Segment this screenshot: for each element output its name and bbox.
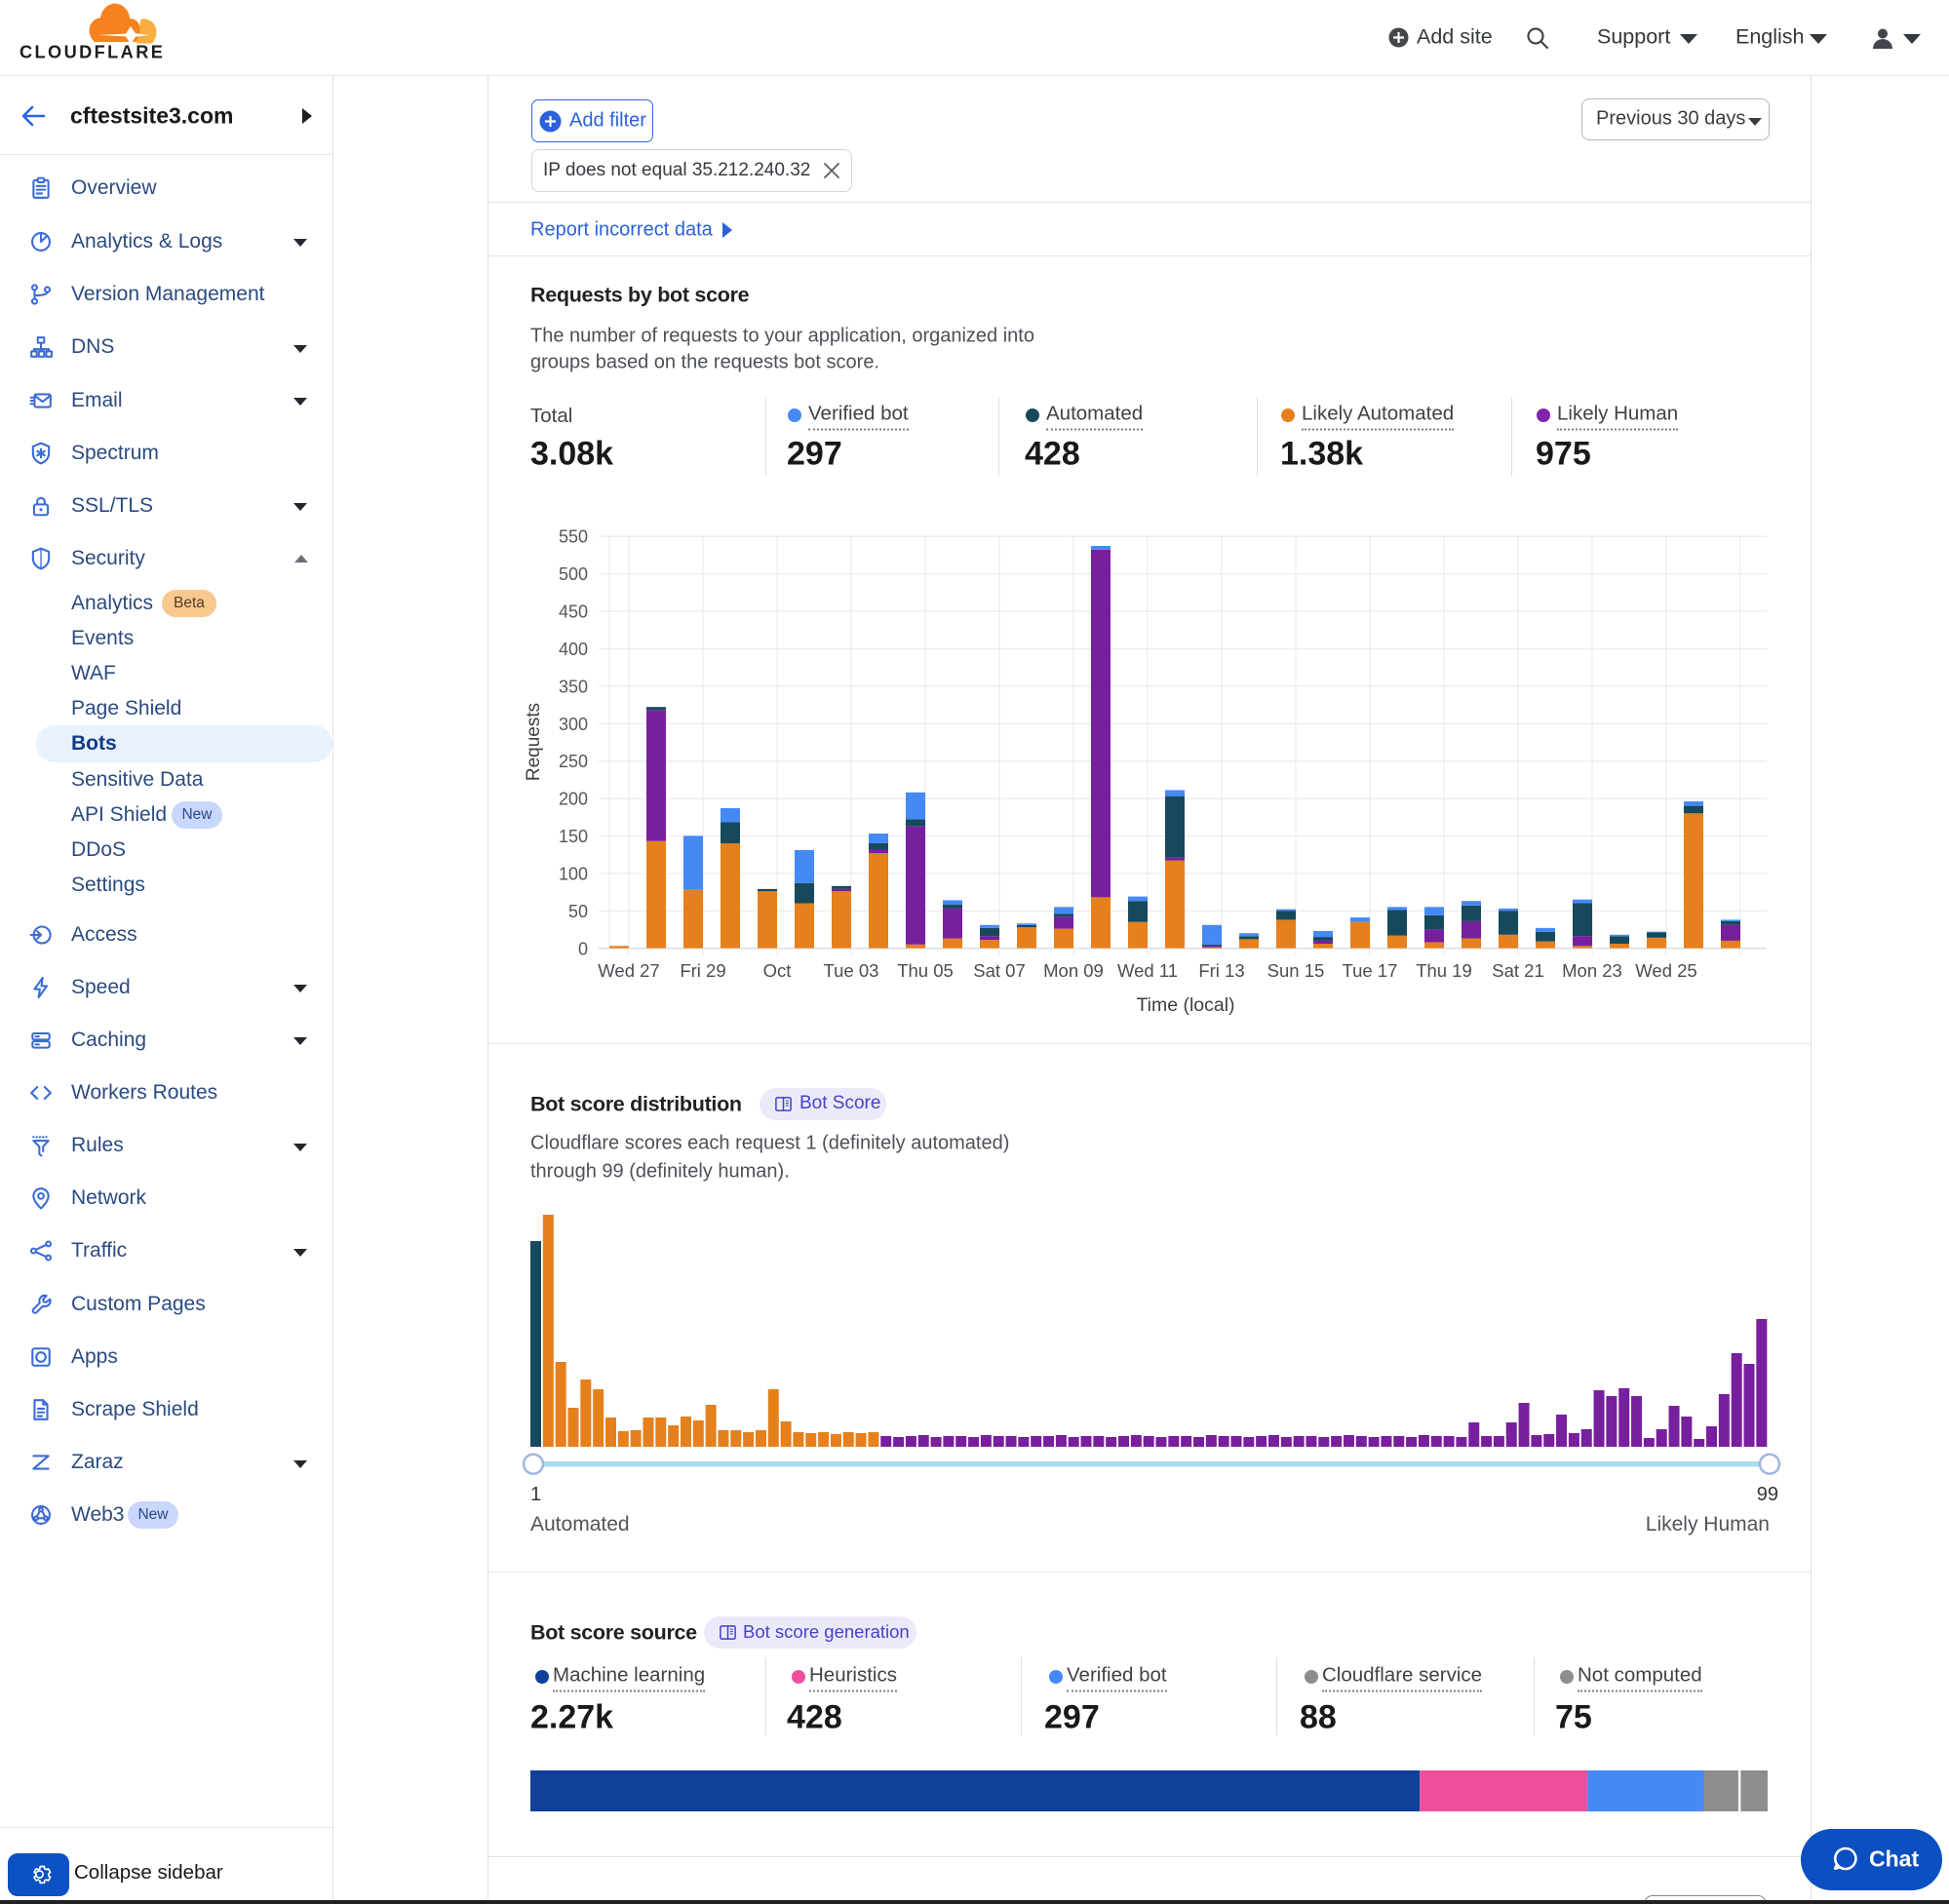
svg-text:Likely Human: Likely Human xyxy=(1646,1513,1770,1535)
svg-text:Mon 23: Mon 23 xyxy=(1562,960,1622,981)
svg-text:Tue 17: Tue 17 xyxy=(1343,960,1398,981)
svg-text:550: 550 xyxy=(559,527,588,547)
svg-text:Thu 19: Thu 19 xyxy=(1416,960,1472,981)
svg-text:450: 450 xyxy=(559,602,588,622)
svg-text:250: 250 xyxy=(559,752,588,771)
svg-text:Mon 09: Mon 09 xyxy=(1043,960,1104,981)
svg-text:Tue 03: Tue 03 xyxy=(824,960,879,981)
svg-text:Wed 11: Wed 11 xyxy=(1117,960,1178,981)
svg-text:50: 50 xyxy=(568,902,588,921)
svg-text:0: 0 xyxy=(578,939,588,958)
svg-text:Fri 13: Fri 13 xyxy=(1198,960,1244,981)
svg-text:150: 150 xyxy=(559,827,588,846)
svg-text:100: 100 xyxy=(559,865,588,884)
svg-text:Thu 05: Thu 05 xyxy=(897,960,954,981)
svg-text:Sat 21: Sat 21 xyxy=(1492,960,1544,981)
svg-text:300: 300 xyxy=(559,715,588,734)
svg-text:Requests: Requests xyxy=(524,703,544,781)
svg-text:1: 1 xyxy=(530,1484,541,1505)
svg-text:Automated: Automated xyxy=(530,1513,630,1535)
svg-text:Wed 27: Wed 27 xyxy=(598,960,659,981)
svg-text:Fri 29: Fri 29 xyxy=(680,960,725,981)
svg-text:Time (local): Time (local) xyxy=(1136,994,1234,1016)
svg-text:Wed 25: Wed 25 xyxy=(1635,960,1696,981)
svg-text:200: 200 xyxy=(559,790,588,809)
svg-text:Sun 15: Sun 15 xyxy=(1267,960,1325,981)
svg-text:99: 99 xyxy=(1757,1484,1778,1505)
svg-text:400: 400 xyxy=(559,640,588,659)
svg-text:Oct: Oct xyxy=(763,960,792,981)
svg-text:500: 500 xyxy=(559,564,588,584)
svg-text:350: 350 xyxy=(559,677,588,696)
svg-text:Sat 07: Sat 07 xyxy=(973,960,1026,981)
